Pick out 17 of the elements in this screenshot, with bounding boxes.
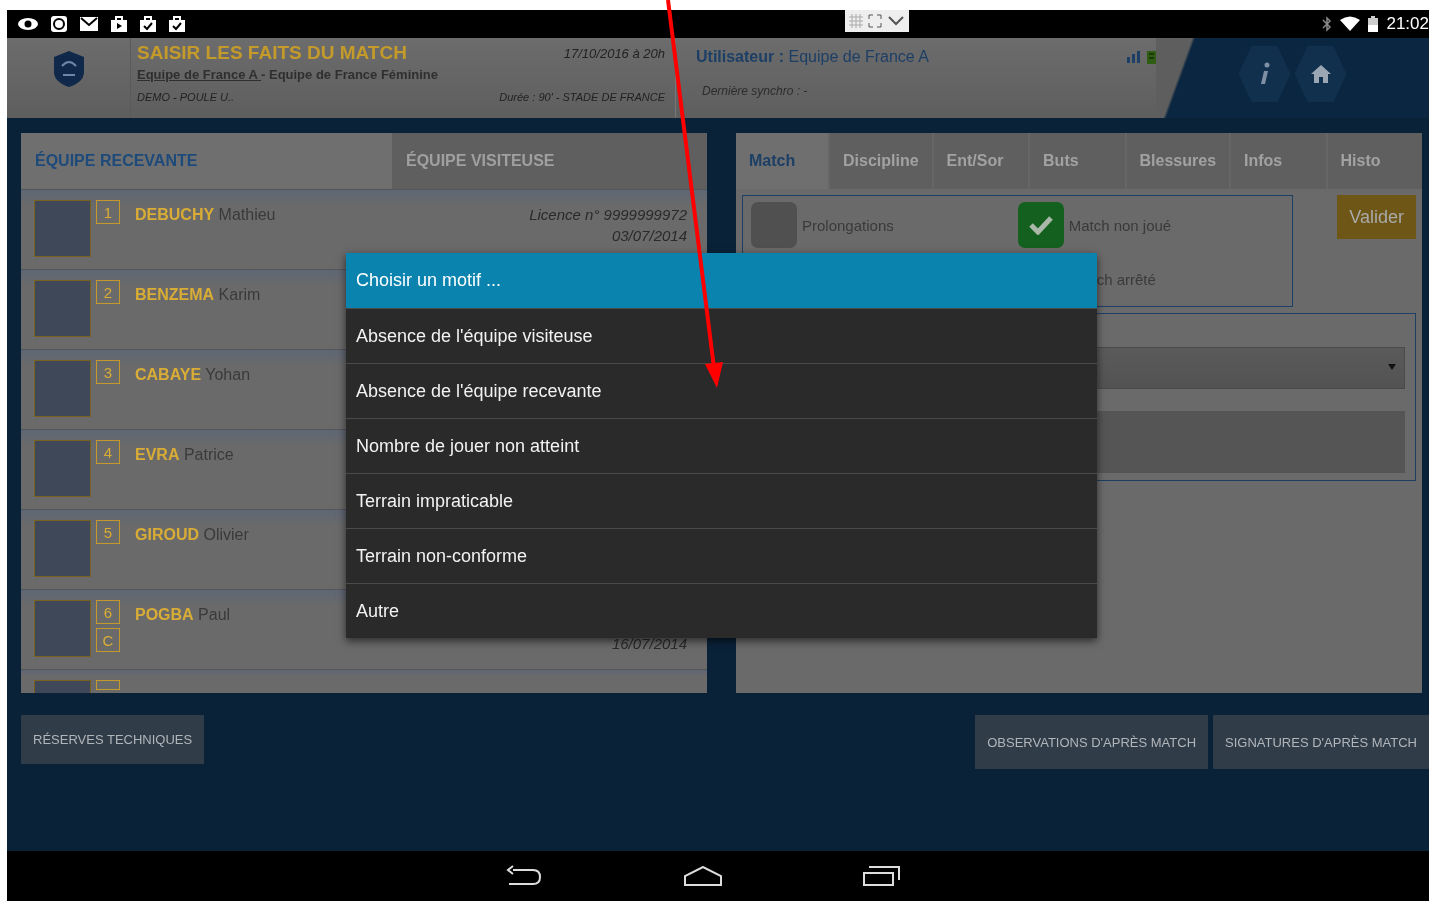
shirt-number: 1 [96, 200, 120, 224]
page-title: SAISIR LES FAITS DU MATCH [137, 42, 407, 64]
shirt-number: 6 [96, 600, 120, 624]
licence-date: 16/07/2014 [611, 635, 687, 652]
shirt-number: 3 [96, 360, 120, 384]
match-details: Durée : 90' - STADE DE FRANCE [499, 91, 665, 103]
licence-number: Licence n° 9999999972 [529, 206, 687, 223]
clock-time: 21:02 [1386, 14, 1429, 34]
match-date: 17/10/2016 à 20h [563, 45, 665, 61]
captain-mark: C [96, 628, 120, 652]
shirt-number: 5 [96, 520, 120, 544]
user-name: Utilisateur : Equipe de France A [696, 48, 929, 66]
shirt-number: 4 [96, 440, 120, 464]
shirt-number: 2 [96, 280, 120, 304]
competition-name: DEMO - POULE U.. [137, 91, 235, 103]
dialog-title: Choisir un motif ... [346, 253, 1097, 308]
licence-date: 03/07/2014 [611, 227, 687, 244]
